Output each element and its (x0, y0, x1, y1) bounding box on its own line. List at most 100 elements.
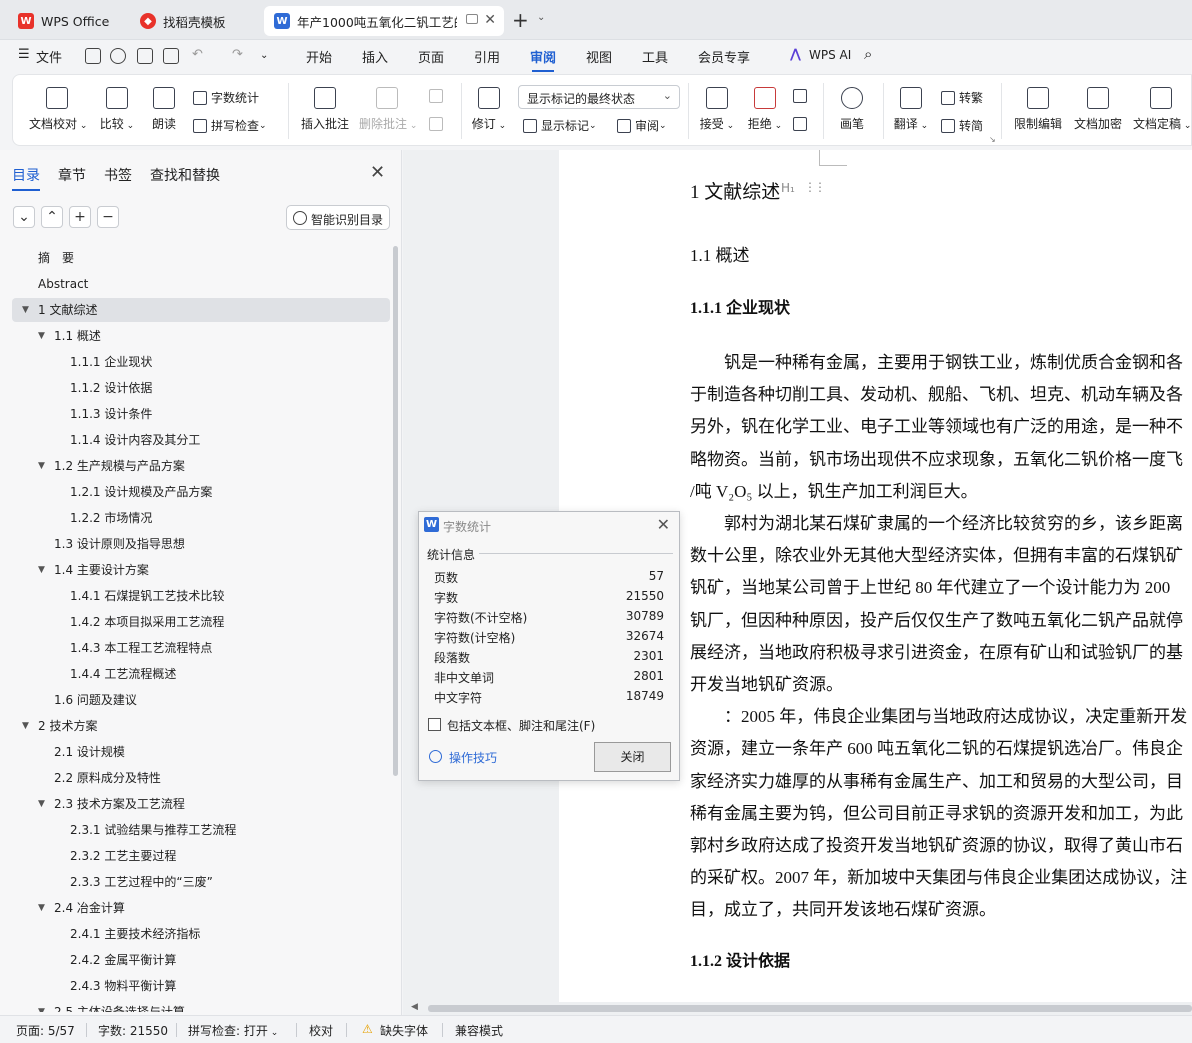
finalize-button[interactable]: 文档定稿 ⌄ (1133, 87, 1191, 132)
missing-font-status[interactable]: 缺失字体 (380, 1022, 428, 1039)
expand-arrow-icon[interactable]: ▼ (38, 896, 45, 920)
accept-button[interactable]: 接受 ⌄ (699, 87, 735, 132)
pen-button[interactable]: 画笔 (837, 87, 867, 132)
toc-item[interactable]: 1.1.3 设计条件 (12, 402, 390, 426)
nav-tab-find-replace[interactable]: 查找和替换 (150, 165, 220, 185)
menu-member[interactable]: 会员专享 (698, 47, 750, 66)
toc-item[interactable]: 2.1 设计规模 (12, 740, 390, 764)
toc-item[interactable]: 1.4.1 石煤提钒工艺技术比较 (12, 584, 390, 608)
proofread-status[interactable]: 校对 (309, 1022, 333, 1039)
menu-tools[interactable]: 工具 (642, 47, 668, 66)
toc-item[interactable]: 2.4.2 金属平衡计算 (12, 948, 390, 972)
toc-item[interactable]: 1.3 设计原则及指导思想 (12, 532, 390, 556)
spell-check-status[interactable]: 拼写检查: 打开 ⌄ (188, 1022, 278, 1039)
toc-item[interactable]: 1.2.1 设计规模及产品方案 (12, 480, 390, 504)
toc-item[interactable]: 2.3.3 工艺过程中的“三废” (12, 870, 390, 894)
track-changes-button[interactable]: 修订 ⌄ (471, 87, 507, 132)
page-indicator[interactable]: 页面: 5/57 (16, 1022, 75, 1039)
close-icon[interactable]: ✕ (657, 515, 670, 534)
menu-page[interactable]: 页面 (418, 47, 444, 66)
heading-marker-icon[interactable]: H₁ (781, 181, 795, 195)
quick-access-dropdown-icon[interactable]: ⌄ (260, 50, 268, 61)
redo-icon[interactable]: ↷ (232, 47, 243, 62)
toc-item[interactable]: ▼ 2.4 冶金计算 (12, 896, 390, 920)
toc-item[interactable]: 2.2 原料成分及特性 (12, 766, 390, 790)
print-icon[interactable] (137, 48, 153, 64)
tips-link[interactable]: 操作技巧 (449, 749, 497, 766)
encrypt-button[interactable]: 文档加密 (1073, 87, 1123, 132)
tab-docer-templates[interactable]: ◆ 找稻壳模板 (130, 6, 258, 36)
toc-item[interactable]: 1.4.2 本项目拟采用工艺流程 (12, 610, 390, 634)
add-heading-button[interactable]: + (69, 206, 91, 228)
nav-tab-sections[interactable]: 章节 (58, 165, 86, 185)
toc-item[interactable]: 1.2.2 市场情况 (12, 506, 390, 530)
nav-tab-bookmarks[interactable]: 书签 (104, 165, 132, 185)
drag-handle-icon[interactable]: ⋮⋮ (804, 180, 826, 194)
tab-current-document[interactable]: W 年产1000吨五氧化二钒工艺的 ✕ (264, 6, 504, 36)
expand-up-button[interactable]: ⌃ (41, 206, 63, 228)
restrict-edit-button[interactable]: 限制编辑 (1013, 87, 1063, 132)
toc-item[interactable]: 2.4.3 物料平衡计算 (12, 974, 390, 998)
translate-button[interactable]: 翻译 ⌄ (893, 87, 929, 132)
remove-heading-button[interactable]: − (97, 206, 119, 228)
dialog-launcher-icon[interactable]: ↘ (989, 135, 996, 144)
expand-arrow-icon[interactable]: ▼ (38, 558, 45, 582)
toc-item[interactable]: 2.3.2 工艺主要过程 (12, 844, 390, 868)
menu-wps-ai[interactable]: WPS AI (809, 48, 851, 62)
prev-change-button[interactable] (793, 89, 811, 103)
to-simplified-button[interactable]: 转简 (941, 117, 983, 134)
scroll-left-icon[interactable]: ◀ (411, 1002, 418, 1012)
toc-item[interactable]: 1.1.1 企业现状 (12, 350, 390, 374)
delete-comment-button[interactable]: 删除批注 ⌄ (359, 87, 417, 132)
toc-item[interactable]: 1.6 问题及建议 (12, 688, 390, 712)
to-traditional-button[interactable]: 转繁 (941, 89, 983, 106)
spell-check-button[interactable]: 拼写检查 ⌄ (193, 117, 267, 134)
expand-arrow-icon[interactable]: ▼ (22, 298, 29, 322)
markup-view-select[interactable]: 显示标记的最终状态 ⌄ (518, 85, 680, 109)
print-preview-icon[interactable] (163, 48, 179, 64)
close-tab-icon[interactable]: ✕ (484, 12, 496, 28)
toc-item[interactable]: 1.4.4 工艺流程概述 (12, 662, 390, 686)
undo-icon[interactable]: ↶ (192, 47, 203, 62)
expand-arrow-icon[interactable]: ▼ (38, 324, 45, 348)
compare-button[interactable]: 比较 ⌄ (97, 87, 137, 132)
toc-item[interactable]: ▼ 2.3 技术方案及工艺流程 (12, 792, 390, 816)
share-icon[interactable] (110, 48, 126, 64)
smart-toc-button[interactable]: 智能识别目录 (286, 205, 390, 230)
toc-item[interactable]: ▼ 1.1 概述 (12, 324, 390, 348)
toc-item[interactable]: 1.1.4 设计内容及其分工 (12, 428, 390, 452)
show-markup-button[interactable]: 显示标记 ⌄ (523, 117, 597, 134)
close-icon[interactable]: ✕ (370, 162, 385, 183)
toc-item[interactable]: ▼ 1 文献综述 (12, 298, 390, 322)
insert-comment-button[interactable]: 插入批注 (299, 87, 351, 132)
doc-proofread-button[interactable]: 文档校对 ⌄ (29, 87, 87, 132)
toc-item[interactable]: ▼ 1.2 生产规模与产品方案 (12, 454, 390, 478)
toc-item[interactable]: 1.1.2 设计依据 (12, 376, 390, 400)
menu-references[interactable]: 引用 (474, 47, 500, 66)
menu-review[interactable]: 审阅 (530, 47, 556, 72)
save-icon[interactable] (85, 48, 101, 64)
expand-arrow-icon[interactable]: ▼ (38, 792, 45, 816)
next-change-button[interactable] (793, 117, 811, 131)
expand-arrow-icon[interactable]: ▼ (38, 1000, 45, 1012)
close-button[interactable]: 关闭 (594, 742, 671, 772)
screen-icon[interactable] (466, 14, 478, 24)
horizontal-scrollbar[interactable]: ◀ (403, 1002, 1192, 1015)
toc-scrollbar[interactable] (393, 246, 398, 776)
include-textbox-checkbox[interactable] (428, 718, 441, 731)
toc-item[interactable]: 1.4.3 本工程工艺流程特点 (12, 636, 390, 660)
toc-item[interactable]: Abstract (12, 272, 390, 296)
expand-arrow-icon[interactable]: ▼ (38, 454, 45, 478)
tab-wps-office[interactable]: W WPS Office (8, 6, 124, 36)
toc-item[interactable]: 2.3.1 试验结果与推荐工艺流程 (12, 818, 390, 842)
toc-item[interactable]: 2.4.1 主要技术经济指标 (12, 922, 390, 946)
include-textbox-label[interactable]: 包括文本框、脚注和尾注(F) (447, 717, 595, 734)
chevron-down-icon[interactable]: ⌄ (537, 12, 545, 23)
nav-tab-toc[interactable]: 目录 (12, 165, 40, 191)
toc-item[interactable]: ▼ 1.4 主要设计方案 (12, 558, 390, 582)
toc-item[interactable]: 摘 要 (12, 246, 390, 270)
word-count-button[interactable]: 字数统计 (193, 89, 259, 106)
review-pane-button[interactable]: 审阅 ⌄ (617, 117, 667, 134)
scroll-thumb[interactable] (428, 1005, 1192, 1012)
collapse-all-button[interactable]: ⌄ (13, 206, 35, 228)
